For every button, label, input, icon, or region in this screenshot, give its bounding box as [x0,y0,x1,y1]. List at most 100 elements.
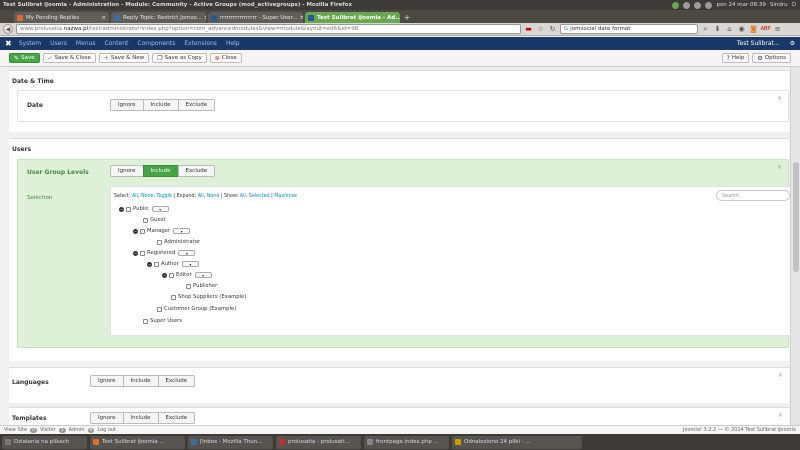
templates-ignore-button[interactable]: Ignore [90,412,124,424]
checkbox[interactable] [140,250,145,256]
collapse-icon[interactable]: − [162,272,167,278]
new-tab-button[interactable]: + [402,12,412,23]
templates-include-button[interactable]: Include [122,412,159,424]
close-tab-icon[interactable]: × [99,15,106,21]
languages-ignore-button[interactable]: Ignore [90,375,124,387]
view-site-link[interactable]: View Site [4,427,27,433]
close-icon[interactable]: × [778,372,783,379]
reload-icon[interactable]: ↻ [548,25,557,34]
addon-icon[interactable]: ◉ [737,25,746,34]
close-icon[interactable]: × [777,95,782,102]
checkbox[interactable] [154,261,159,267]
taskbar-item[interactable]: [Inbox - Mozilla Thun... [188,435,273,449]
menu-extensions[interactable]: Extensions [184,40,217,47]
checkbox[interactable] [143,217,148,223]
collapse-icon[interactable]: − [133,250,138,256]
save-new-button[interactable]: + Save & New [98,53,150,63]
collapse-icon[interactable]: − [119,206,124,212]
battery-icon[interactable] [694,1,702,9]
users-include-button[interactable]: Include [142,165,179,177]
tree-search-input[interactable]: Search [716,190,790,201]
date-exclude-button[interactable]: Exclude [177,99,216,111]
select-none-link[interactable]: None [141,194,154,199]
chevron-down-icon[interactable]: ▾ [173,228,191,234]
maximize-link[interactable]: Maximize [274,194,297,199]
taskbar-item[interactable]: Działania na plikach [2,435,87,449]
users-exclude-button[interactable]: Exclude [177,165,216,177]
show-selected-link[interactable]: Selected [249,194,270,199]
users-ignore-button[interactable]: Ignore [110,165,144,177]
menu-icon[interactable]: ≡ [773,25,782,34]
menu-system[interactable]: System [19,40,41,47]
rss-icon[interactable]: ◙ [749,25,758,34]
clock[interactable]: pon 24 mar 08:39 [716,2,765,8]
menu-components[interactable]: Components [137,40,175,47]
menu-menus[interactable]: Menus [76,40,96,47]
expand-all-link[interactable]: All [198,194,204,199]
collapse-icon[interactable]: − [147,261,152,267]
checkbox[interactable] [157,306,162,312]
user-name[interactable]: Sindru [770,2,788,8]
save-copy-button[interactable]: ❐ Save as Copy [152,53,207,63]
power-icon[interactable]: ⏻ [792,2,796,9]
browser-tab[interactable]: My Pending Replies × [14,12,109,23]
search-bar[interactable]: G jomsocial date format [560,24,698,34]
checkbox[interactable] [171,294,176,300]
taskbar-item[interactable]: Test Sulibrat iJoomla ... [90,435,185,449]
menu-content[interactable]: Content [105,40,129,47]
browser-tab[interactable]: Test Sulibrat iJoomla - Ad...× [305,12,400,23]
date-ignore-button[interactable]: Ignore [110,99,144,111]
checkbox[interactable] [169,272,174,278]
joomla-logo-icon[interactable]: ✖ [5,39,12,48]
back-button[interactable]: ◀ [3,24,13,34]
templates-exclude-button[interactable]: Exclude [157,412,196,424]
select-toggle-link[interactable]: Toggle [157,194,172,199]
languages-exclude-button[interactable]: Exclude [157,375,196,387]
help-button[interactable]: ? Help [721,53,750,63]
browser-tab[interactable]: rrrrrrrrrrrrrrrrr - Super User... × [208,12,303,23]
logout-link[interactable]: Log out [97,427,116,433]
save-button[interactable]: ✎ Save [9,53,40,63]
chevron-down-icon[interactable]: ▾ [194,272,212,278]
close-tab-icon[interactable]: × [202,15,206,21]
volume-icon[interactable] [705,1,713,9]
scrollbar-thumb[interactable] [793,162,799,272]
search-icon[interactable]: ⌕ [701,25,710,34]
options-button[interactable]: ⚙ Options [752,53,791,63]
close-icon[interactable]: × [777,164,782,171]
chevron-down-icon[interactable]: ▾ [151,206,169,212]
taskbar-item[interactable]: prolusatia - prolusati... [276,435,361,449]
close-button[interactable]: ⊗ Close [209,53,242,63]
menu-users[interactable]: Users [50,40,67,47]
mail-icon[interactable] [683,1,691,9]
close-icon[interactable]: × [778,412,783,419]
bookmark-star-icon[interactable]: ☆ [536,25,545,34]
checkbox[interactable] [157,239,162,245]
chevron-down-icon[interactable]: ▾ [178,250,196,256]
date-include-button[interactable]: Include [142,99,179,111]
checkbox[interactable] [143,318,148,324]
menu-help[interactable]: Help [226,40,240,47]
network-icon[interactable] [672,1,680,9]
site-link[interactable]: Test Sulibrat... [737,40,780,47]
select-all-link[interactable]: All [132,194,138,199]
checkbox[interactable] [186,283,191,289]
home-icon[interactable]: ⌂ [725,25,734,34]
languages-include-button[interactable]: Include [122,375,159,387]
show-all-link[interactable]: All [240,194,246,199]
checkbox[interactable] [140,228,145,234]
vertical-scrollbar[interactable] [790,67,800,425]
taskbar-item[interactable]: Odnaleziono 24 pliki - ... [452,435,582,449]
close-tab-icon[interactable]: × [298,15,303,21]
url-bar[interactable]: www.prolusatia. nazwa.pl/test/administrat… [16,24,521,34]
expand-none-link[interactable]: None [207,194,220,199]
gear-icon[interactable]: ⚙ [790,40,795,47]
checkbox[interactable] [126,206,131,212]
collapse-icon[interactable]: − [133,228,138,234]
adblock-icon[interactable]: ABP [761,25,771,34]
save-close-button[interactable]: ✓ Save & Close [42,53,96,63]
download-icon[interactable]: ⬇ [713,25,722,34]
chevron-down-icon[interactable]: ▾ [181,261,199,267]
taskbar-item[interactable]: frontpage.index.php ... [364,435,449,449]
browser-tab[interactable]: Reply Topic: Restrict Jomso...× [111,12,206,23]
